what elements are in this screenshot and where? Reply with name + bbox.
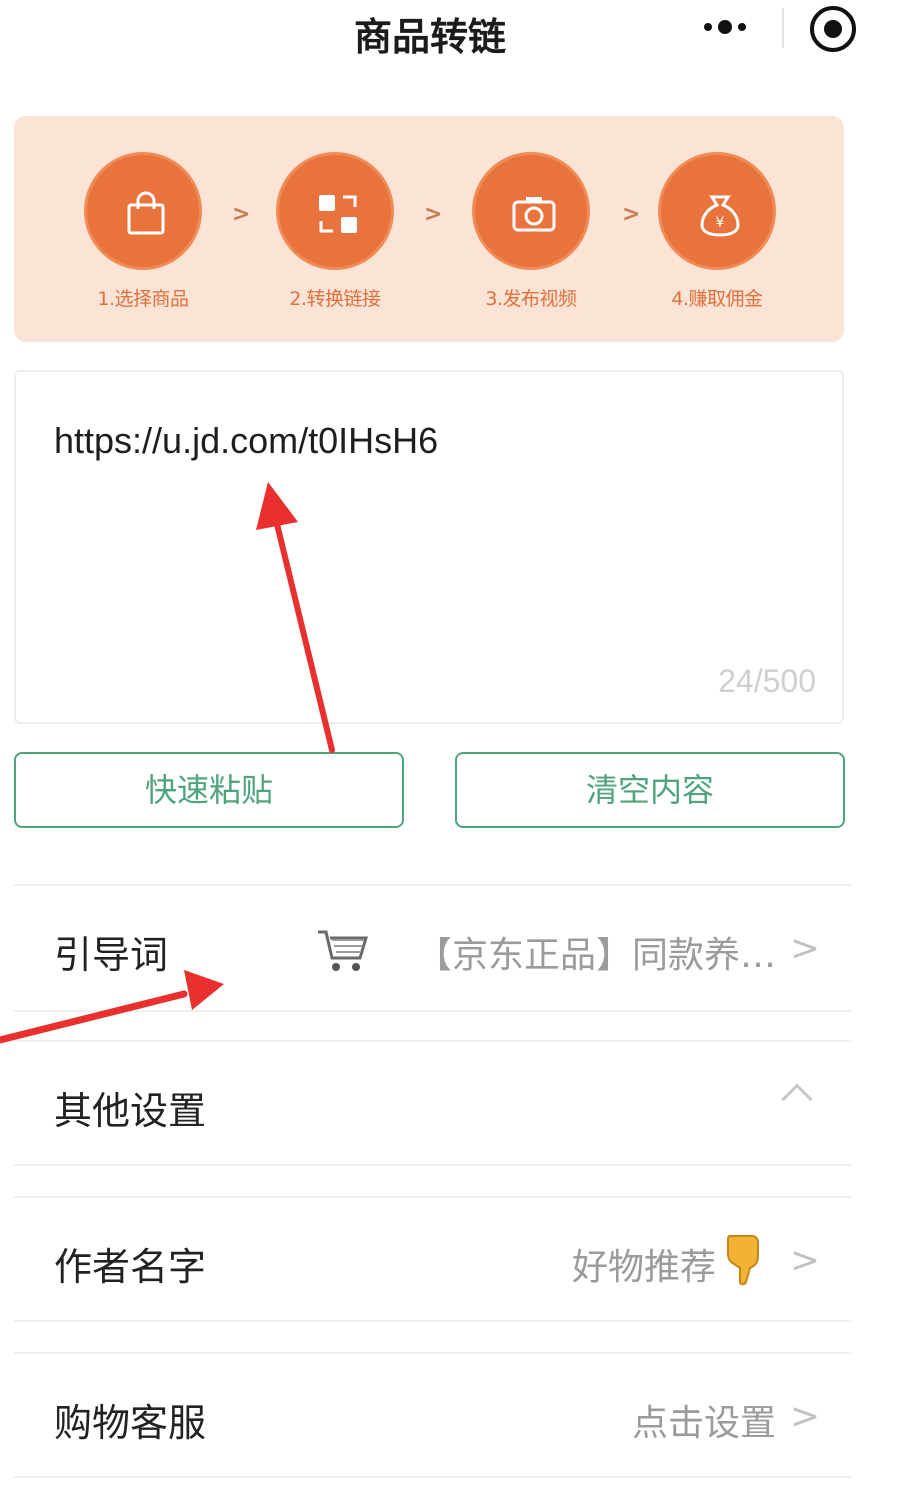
chevron-right-icon: > <box>789 928 820 969</box>
row-label: 引导词 <box>54 933 169 977</box>
quick-paste-button[interactable]: 快速粘贴 <box>14 752 404 828</box>
pointing-down-hand-icon <box>727 1235 759 1286</box>
target-circle-icon[interactable] <box>810 6 856 52</box>
convert-icon <box>276 152 394 270</box>
guide-words-value: 【京东正品】同款养… <box>415 935 776 976</box>
step-label: 3.发布视频 <box>485 288 577 310</box>
divider <box>14 1010 852 1012</box>
divider <box>14 1320 852 1322</box>
chevron-right-icon: > <box>789 1396 820 1437</box>
row-label: 作者名字 <box>54 1245 207 1289</box>
step-select-product: 1.选择商品 <box>68 152 218 311</box>
step-arrow: > <box>424 202 443 227</box>
nav-bar: ‹ 商品转链 <box>0 0 902 70</box>
row-guide-words[interactable]: 引导词 【京东正品】同款养… > <box>14 886 852 1010</box>
char-count: 24/500 <box>718 663 816 699</box>
clear-content-button[interactable]: 清空内容 <box>455 752 845 828</box>
row-shopping-service[interactable]: 购物客服 点击设置 > <box>14 1354 852 1478</box>
svg-text:¥: ¥ <box>716 215 725 231</box>
author-name-value: 好物推荐 <box>571 1247 716 1288</box>
capsule-divider <box>782 8 784 48</box>
steps-banner: 1.选择商品 > 2.转换链接 > 3.发布视频 > ¥ 4.赚取佣金 <box>14 116 844 342</box>
row-label: 其他设置 <box>54 1089 207 1133</box>
chevron-right-icon: > <box>789 1240 820 1281</box>
step-label: 1.选择商品 <box>97 288 189 310</box>
row-other-settings[interactable]: 其他设置 <box>14 1042 852 1166</box>
chevron-up-icon <box>781 1083 813 1115</box>
step-label: 2.转换链接 <box>289 288 381 310</box>
step-publish-video: 3.发布视频 <box>456 152 606 311</box>
divider <box>14 1164 852 1166</box>
row-label: 购物客服 <box>54 1401 207 1445</box>
divider <box>14 1476 852 1478</box>
step-label: 4.赚取佣金 <box>671 288 763 310</box>
money-bag-icon: ¥ <box>658 152 776 270</box>
link-value: https://u.jd.com/t0IHsH6 <box>54 420 439 461</box>
step-arrow: > <box>622 202 641 227</box>
step-arrow: > <box>232 202 251 227</box>
more-dots-icon[interactable] <box>704 20 746 34</box>
row-author-name[interactable]: 作者名字 好物推荐 > <box>14 1198 852 1322</box>
camera-icon <box>472 152 590 270</box>
step-earn-commission: ¥ 4.赚取佣金 <box>642 152 792 311</box>
link-textarea[interactable]: https://u.jd.com/t0IHsH6 24/500 <box>14 370 844 724</box>
step-convert-link: 2.转换链接 <box>260 152 410 311</box>
shopping-service-value: 点击设置 <box>631 1403 776 1444</box>
shopping-cart-icon <box>318 930 368 971</box>
shopping-bag-icon <box>84 152 202 270</box>
menu-capsule <box>690 0 870 58</box>
